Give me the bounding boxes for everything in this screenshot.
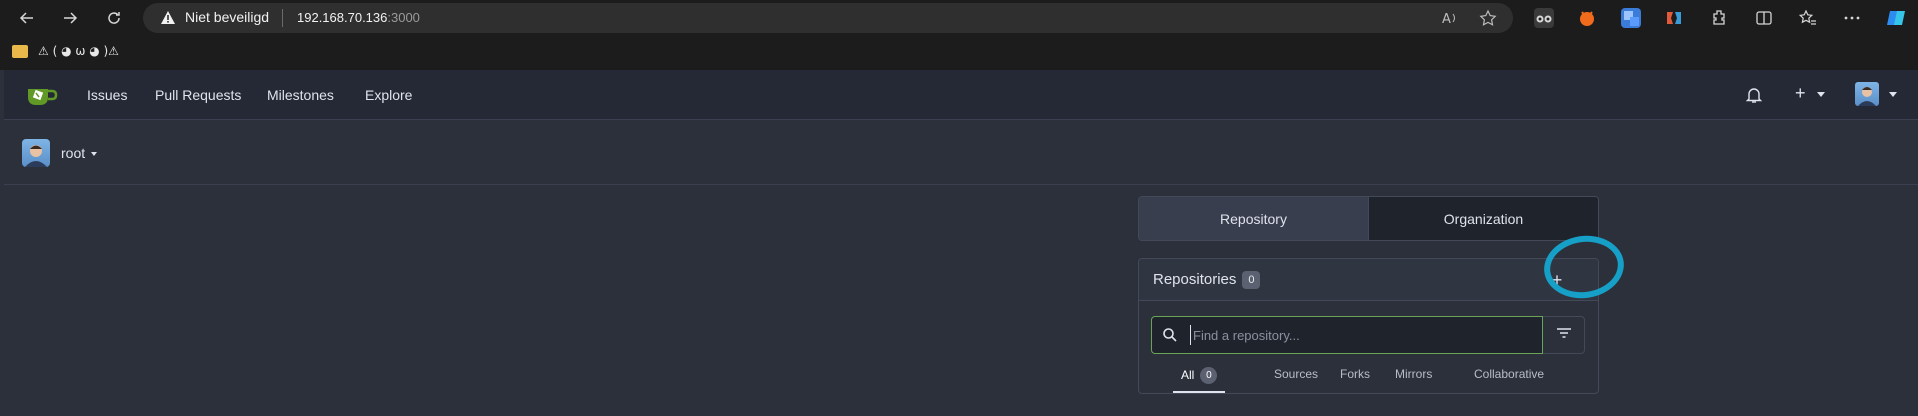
create-menu-button[interactable]: + [1795,83,1825,104]
repositories-header: Repositories 0 + [1139,259,1598,301]
repo-search-input[interactable] [1190,325,1530,345]
nav-explore[interactable]: Explore [365,87,412,103]
user-menu-button[interactable] [1855,82,1898,106]
tab-all[interactable]: All 0 [1181,367,1218,384]
tab-forks[interactable]: Forks [1340,367,1370,381]
folder-icon[interactable] [12,45,28,58]
active-tab-indicator [1173,391,1225,393]
warning-icon [160,10,176,30]
repositories-title-text: Repositories [1153,271,1237,288]
tab-all-count: 0 [1200,367,1218,384]
tab-mirrors[interactable]: Mirrors [1395,367,1432,381]
tab-repository[interactable]: Repository [1139,197,1369,240]
extensions-puzzle-icon[interactable] [1707,6,1731,30]
bookmark-item[interactable]: ⚠ ( ◕ ω ◕ )⚠ [38,44,119,58]
repositories-count-badge: 0 [1242,271,1261,289]
tab-organization[interactable]: Organization [1369,197,1598,240]
repositories-panel: Repositories0 + All0 Sources Forks Mirro… [1138,258,1599,394]
chevron-down-icon [1889,91,1898,97]
copilot-icon[interactable] [1884,6,1908,30]
context-switcher-bar: root [4,120,1918,185]
reload-icon[interactable] [101,5,127,31]
gitea-app: Issues Pull Requests Milestones Explore … [4,70,1918,416]
back-icon[interactable] [14,5,40,31]
repo-search-box [1151,316,1543,354]
security-label[interactable]: Niet beveiligd [185,9,269,25]
favorites-icon[interactable] [1796,6,1820,30]
gitea-logo-icon[interactable] [26,83,58,107]
extension-translate-icon[interactable] [1621,8,1641,28]
url-text[interactable]: 192.168.70.136:3000 [297,10,420,25]
address-bar[interactable]: Niet beveiligd 192.168.70.136:3000 A [143,3,1513,33]
filter-icon [1556,326,1572,344]
favorite-star-icon[interactable] [1479,9,1497,27]
bookmarks-bar: ⚠ ( ◕ ω ◕ )⚠ [0,36,1918,70]
repo-type-tabs: All 0 Sources Forks Mirrors Collaborative [1151,359,1591,393]
svg-text:A: A [1442,12,1451,27]
notifications-bell-icon[interactable] [1745,86,1763,109]
chevron-down-icon [1816,91,1825,97]
split-screen-icon[interactable] [1752,6,1776,30]
repositories-title: Repositories 0 [1153,271,1261,289]
url-host: 192.168.70.136 [297,10,388,25]
context-user-dropdown[interactable]: root [61,145,98,161]
forward-icon[interactable] [57,5,83,31]
filter-button[interactable] [1543,316,1585,354]
avatar[interactable] [22,139,50,167]
tab-collaborative[interactable]: Collaborative [1474,367,1544,381]
more-options-icon[interactable] [1840,6,1864,30]
tab-all-label: All [1181,368,1195,382]
read-aloud-icon[interactable]: A [1441,9,1459,27]
nav-milestones[interactable]: Milestones [267,87,334,103]
chevron-down-icon [91,152,98,157]
dashboard-switch: Repository Organization [1138,196,1599,241]
context-user-name: root [61,145,86,161]
nav-pull-requests[interactable]: Pull Requests [155,87,241,103]
extension-fox-icon[interactable] [1577,8,1597,28]
tab-sources[interactable]: Sources [1274,367,1318,381]
address-separator [282,9,283,27]
nav-issues[interactable]: Issues [87,87,127,103]
plus-icon: + [1795,83,1806,103]
url-port: :3000 [387,10,420,25]
search-icon [1162,327,1178,348]
extension-glasses-icon[interactable] [1534,8,1554,28]
top-navbar: Issues Pull Requests Milestones Explore … [4,70,1918,120]
browser-toolbar: Niet beveiligd 192.168.70.136:3000 A [0,0,1918,36]
extension-bookmark-icon[interactable] [1664,8,1684,28]
avatar [1855,82,1879,106]
